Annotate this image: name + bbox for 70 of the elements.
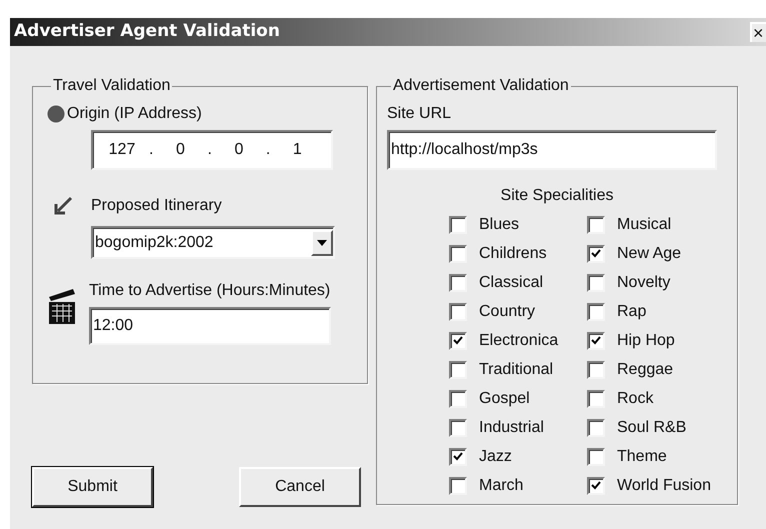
field-label: Origin (IP Address) — [67, 104, 202, 124]
checkbox[interactable] — [449, 244, 467, 262]
checkbox-label: Gospel — [479, 388, 530, 408]
checkbox-label: Childrens — [479, 244, 547, 264]
checkbox[interactable] — [587, 216, 605, 234]
checkbox[interactable] — [587, 360, 605, 378]
checkbox[interactable] — [449, 332, 467, 350]
separator: . — [149, 140, 154, 160]
field-label: Site URL — [387, 104, 452, 124]
dialog-button[interactable]: Submit — [32, 467, 153, 507]
checkbox-label: Electronica — [479, 330, 558, 350]
checkbox-label: Jazz — [479, 446, 512, 466]
check-mark-icon — [453, 336, 463, 345]
checkbox-label: Country — [479, 302, 536, 322]
checkbox-label: Musical — [617, 214, 672, 234]
field-label: Proposed Itinerary — [91, 196, 222, 216]
check-mark-icon — [453, 452, 463, 461]
separator: . — [207, 140, 212, 160]
dialog-button[interactable]: Cancel — [239, 467, 361, 507]
field-label: Time to Advertise (Hours:Minutes) — [89, 281, 331, 301]
ip-octet: 0 — [175, 140, 186, 160]
close-button[interactable]: × — [750, 22, 766, 42]
ip-octet: 127 — [108, 140, 136, 160]
separator: . — [266, 140, 270, 160]
checkbox-label: Industrial — [479, 418, 544, 438]
check-mark-icon — [591, 249, 601, 258]
checkbox-label: World Fusion — [617, 476, 711, 496]
ip-octet: 0 — [233, 140, 244, 160]
checkbox-label: Rock — [617, 388, 654, 408]
time-field[interactable]: 12:00 — [89, 307, 331, 345]
checkbox-label: New Age — [617, 244, 682, 264]
url-field[interactable]: http://localhost/mp3s — [387, 130, 717, 170]
checkbox-label: Rap — [617, 302, 646, 322]
checkbox-label: March — [479, 476, 524, 496]
checkbox[interactable] — [587, 244, 605, 262]
checkbox[interactable] — [449, 418, 467, 436]
clapperboard-icon — [47, 287, 77, 325]
check-mark-icon — [591, 481, 601, 490]
group-title: Advertisement Validation — [392, 76, 570, 96]
arrow-icon — [53, 196, 73, 216]
ip-address-field[interactable]: 127 . 0 . 0 . 1 — [91, 130, 333, 170]
checkbox[interactable] — [587, 448, 605, 466]
check-mark-icon — [591, 336, 601, 345]
checkbox[interactable] — [587, 274, 605, 292]
section-label: Site Specialities — [500, 186, 614, 206]
checkbox-label: Theme — [617, 446, 667, 466]
checkbox[interactable] — [449, 476, 467, 494]
checkbox[interactable] — [587, 390, 605, 408]
checkbox[interactable] — [449, 274, 467, 292]
checkbox[interactable] — [449, 360, 467, 378]
itinerary-dropdown[interactable]: bogomip2k:2002 — [91, 226, 335, 259]
checkbox-label: Blues — [479, 214, 520, 234]
checkbox[interactable] — [449, 302, 467, 320]
checkbox[interactable] — [449, 448, 467, 466]
checkbox-label: Novelty — [617, 272, 670, 292]
window-title: Advertiser Agent Validation — [14, 20, 280, 44]
checkbox-label: Reggae — [617, 360, 674, 380]
checkbox-label: Hip Hop — [617, 330, 675, 350]
circle-icon — [47, 105, 65, 123]
checkbox[interactable] — [587, 302, 605, 320]
checkbox[interactable] — [587, 476, 605, 494]
checkbox-label: Soul R&B — [617, 418, 686, 438]
checkbox[interactable] — [449, 390, 467, 408]
ip-octet: 1 — [292, 140, 303, 160]
checkbox[interactable] — [449, 216, 467, 234]
checkbox[interactable] — [587, 332, 605, 350]
checkbox[interactable] — [587, 418, 605, 436]
checkbox-label: Traditional — [479, 360, 554, 380]
checkbox-label: Classical — [479, 272, 544, 292]
group-title: Travel Validation — [52, 76, 172, 96]
